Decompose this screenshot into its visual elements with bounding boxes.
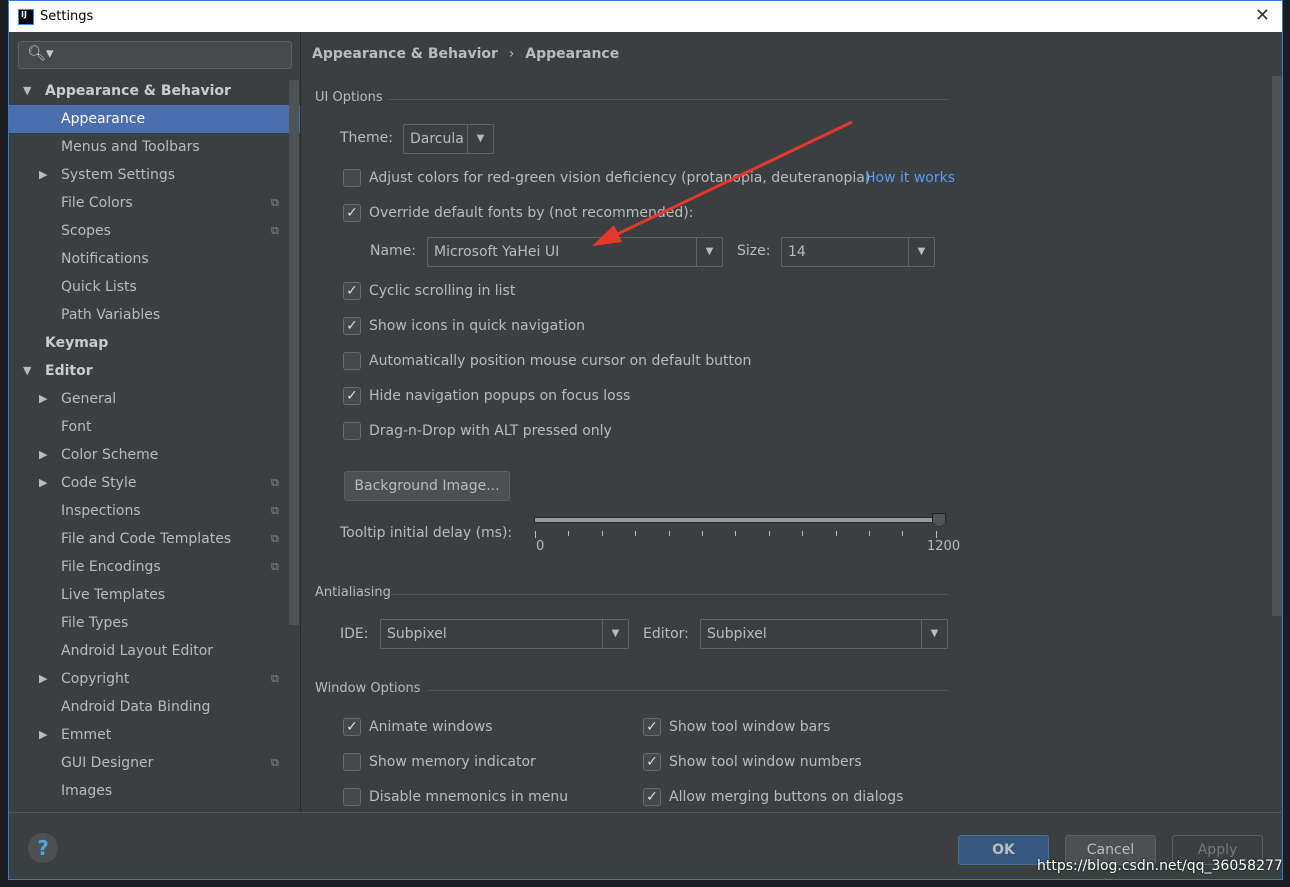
settings-tree: ▼ Appearance & Behavior Appearance Menus an…	[9, 77, 301, 805]
sidebar-item-label: File Encodings	[61, 559, 161, 575]
sidebar-item[interactable]: File Encodings ⧉	[9, 553, 301, 581]
sidebar-item[interactable]: File and Code Templates ⧉	[9, 525, 301, 553]
help-icon[interactable]: ?	[28, 833, 58, 863]
sidebar-item-label: Emmet	[61, 727, 112, 743]
search-icon: 🔍︎▾	[27, 44, 54, 62]
sidebar-item[interactable]: Scopes ⧉	[9, 217, 301, 245]
expand-down-icon[interactable]: ▼	[23, 77, 31, 105]
sidebar-item[interactable]: File Colors ⧉	[9, 189, 301, 217]
annotation-arrow	[592, 120, 853, 246]
sidebar-item[interactable]: Live Templates	[9, 581, 301, 609]
sidebar-item-label: Font	[61, 419, 92, 435]
sidebar-item[interactable]: ▼ Editor	[9, 357, 301, 385]
sidebar-item-label: Appearance	[61, 111, 146, 127]
sidebar-item-label: File Types	[61, 615, 129, 631]
close-icon[interactable]: ✕	[1255, 5, 1270, 26]
sidebar-item[interactable]: Font	[9, 413, 301, 441]
sidebar-item-label: Android Layout Editor	[61, 643, 214, 659]
sidebar-item[interactable]: ▶ Emmet	[9, 721, 301, 749]
expand-right-icon[interactable]: ▶	[39, 161, 47, 189]
project-scope-icon: ⧉	[271, 196, 279, 209]
project-scope-icon: ⧉	[271, 224, 279, 237]
sidebar-item-label: Appearance & Behavior	[45, 83, 231, 99]
sidebar-item[interactable]: Notifications	[9, 245, 301, 273]
sidebar-item[interactable]: Android Layout Editor	[9, 637, 301, 665]
sidebar-item[interactable]: ▶ Code Style ⧉	[9, 469, 301, 497]
expand-right-icon[interactable]: ▶	[39, 441, 47, 469]
expand-down-icon[interactable]: ▼	[23, 357, 31, 385]
sidebar-scrollbar[interactable]	[289, 80, 299, 625]
settings-dialog: IJ Settings ✕ 🔍︎▾ ▼ Appearance & Behavior…	[8, 0, 1283, 880]
project-scope-icon: ⧉	[271, 560, 279, 573]
sidebar-item-label: Live Templates	[61, 587, 166, 603]
sidebar-item-label: Keymap	[45, 335, 109, 351]
sidebar-item-label: File and Code Templates	[61, 531, 232, 547]
search-input[interactable]: 🔍︎▾	[18, 41, 292, 69]
project-scope-icon: ⧉	[271, 672, 279, 685]
project-scope-icon: ⧉	[271, 532, 279, 545]
sidebar-item[interactable]: Menus and Toolbars	[9, 133, 301, 161]
sidebar-item-label: Quick Lists	[61, 279, 137, 295]
settings-sidebar: 🔍︎▾ ▼ Appearance & Behavior Appearance Menu…	[9, 32, 301, 812]
sidebar-item-label: General	[61, 391, 117, 407]
sidebar-item[interactable]: Appearance	[9, 105, 300, 133]
title-bar: IJ Settings ✕	[9, 1, 1282, 32]
sidebar-item-label: File Colors	[61, 195, 133, 211]
sidebar-item-label: Notifications	[61, 251, 149, 267]
sidebar-item-label: Scopes	[61, 223, 111, 239]
expand-right-icon[interactable]: ▶	[39, 721, 47, 749]
sidebar-item[interactable]: Path Variables	[9, 301, 301, 329]
sidebar-item-label: Menus and Toolbars	[61, 139, 200, 155]
sidebar-item-label: Images	[61, 783, 113, 799]
expand-right-icon[interactable]: ▶	[39, 385, 47, 413]
sidebar-item[interactable]: Keymap	[9, 329, 301, 357]
sidebar-item[interactable]: GUI Designer ⧉	[9, 749, 301, 777]
sidebar-item-label: Editor	[45, 363, 93, 379]
sidebar-item[interactable]: Quick Lists	[9, 273, 301, 301]
project-scope-icon: ⧉	[271, 504, 279, 517]
expand-right-icon[interactable]: ▶	[39, 665, 47, 693]
sidebar-item[interactable]: ▶ System Settings	[9, 161, 301, 189]
sidebar-item[interactable]: File Types	[9, 609, 301, 637]
project-scope-icon: ⧉	[271, 476, 279, 489]
sidebar-item-label: Path Variables	[61, 307, 161, 323]
sidebar-item-label: Inspections	[61, 503, 141, 519]
sidebar-item[interactable]: ▶ General	[9, 385, 301, 413]
sidebar-item-label: Android Data Binding	[61, 699, 211, 715]
sidebar-item[interactable]: ▼ Appearance & Behavior	[9, 77, 301, 105]
intellij-logo-icon: IJ	[18, 8, 34, 25]
watermark: https://blog.csdn.net/qq_36058277	[1037, 858, 1283, 874]
sidebar-item-label: Color Scheme	[61, 447, 159, 463]
sidebar-item[interactable]: Images	[9, 777, 301, 805]
window-title: Settings	[40, 9, 94, 24]
sidebar-item-label: System Settings	[61, 167, 176, 183]
sidebar-item-label: GUI Designer	[61, 755, 154, 771]
settings-content: Appearance & Behavior › Appearance UI Op…	[302, 32, 1282, 812]
expand-right-icon[interactable]: ▶	[39, 469, 47, 497]
sidebar-item[interactable]: ▶ Color Scheme	[9, 441, 301, 469]
sidebar-item[interactable]: Android Data Binding	[9, 693, 301, 721]
sidebar-item[interactable]: ▶ Copyright ⧉	[9, 665, 301, 693]
sidebar-item-label: Code Style	[61, 475, 137, 491]
project-scope-icon: ⧉	[271, 756, 279, 769]
sidebar-item-label: Copyright	[61, 671, 130, 687]
ok-button[interactable]: OK	[958, 835, 1049, 865]
sidebar-item[interactable]: Inspections ⧉	[9, 497, 301, 525]
